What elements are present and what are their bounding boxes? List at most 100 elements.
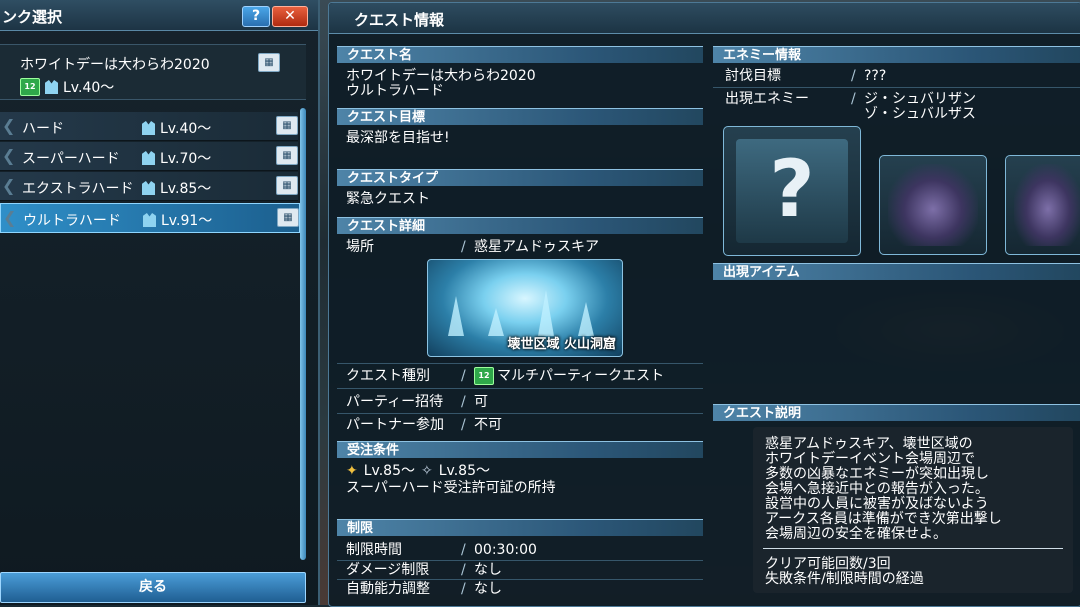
location-value: 惑星アムドゥスキア <box>474 239 600 255</box>
rank-level: Lv.91～ <box>161 213 213 229</box>
rank-level: Lv.40～ <box>160 121 212 137</box>
slash-separator: / <box>461 581 466 597</box>
selected-quest-header: ホワイトデーは大わらわ2020 ▦ 12 Lv.40～ <box>0 44 306 100</box>
target-label: 討伐目標 <box>725 68 781 84</box>
slash-separator: / <box>461 417 466 433</box>
rank-row-super-hard[interactable]: ❮ スーパーハード Lv.70～ ▦ <box>0 142 298 171</box>
enemy-info-heading: エネミー情報 <box>713 46 1080 63</box>
level-icon <box>143 213 156 227</box>
quest-goal-heading: クエスト目標 <box>337 108 703 125</box>
party-invite-value: 可 <box>474 394 488 410</box>
description-line: 惑星アムドゥスキア、壊世区域の <box>765 436 973 452</box>
area-image: 壊世区域 火山洞窟 <box>427 259 623 357</box>
time-limit-label: 制限時間 <box>346 542 402 558</box>
rank-name: スーパーハード <box>22 151 120 167</box>
time-limit-value: 00:30:00 <box>474 542 537 558</box>
level-icon <box>142 151 155 165</box>
help-button[interactable]: ? <box>242 6 270 27</box>
quest-info-title: クエスト情報 <box>354 11 445 29</box>
level-icon <box>142 121 155 135</box>
auto-adjust-label: 自動能力調整 <box>346 581 430 597</box>
enemy-card-2[interactable] <box>1005 155 1080 255</box>
chevron-icon: ❮ <box>2 116 16 135</box>
main-class-level: Lv.85～ <box>363 463 415 479</box>
back-button[interactable]: 戻る <box>0 572 306 603</box>
enemy-name-1: ジ・シュバリザン <box>864 91 976 107</box>
chevron-icon: ❮ <box>2 176 16 195</box>
enemies-label: 出現エネミー <box>725 91 809 107</box>
crystal-shape <box>488 308 504 336</box>
party-icon: ▦ <box>276 116 298 135</box>
party-icon: ▦ <box>277 208 299 227</box>
slash-separator: / <box>461 542 466 558</box>
quest-info-titlebar: クエスト情報 <box>329 3 1080 34</box>
divider <box>763 548 1063 549</box>
rank-name: ウルトラハード <box>23 213 121 229</box>
divider <box>713 87 1080 88</box>
crystal-shape <box>578 302 594 336</box>
description-line: 会場周辺の安全を確保せよ。 <box>765 526 947 542</box>
rank-select-title: ンク選択 <box>2 8 63 26</box>
party-invite-label: パーティー招待 <box>346 394 444 410</box>
multiparty-badge-icon: 12 <box>20 78 40 96</box>
quest-name-heading: クエスト名 <box>337 46 703 63</box>
rank-list-scrollbar[interactable] <box>300 108 306 560</box>
description-heading: クエスト説明 <box>713 404 1080 421</box>
slash-separator: / <box>461 368 466 384</box>
description-line: 多数の凶暴なエネミーが突如出現し <box>765 466 989 482</box>
rank-select-panel: ンク選択 ? ✕ ホワイトデーは大わらわ2020 ▦ 12 Lv.40～ ❮ ハ… <box>0 0 320 605</box>
crystal-shape <box>448 296 464 336</box>
question-mark-icon: ? <box>769 145 815 235</box>
auto-adjust-value: なし <box>474 581 502 597</box>
rank-row-hard[interactable]: ❮ ハード Lv.40～ ▦ <box>0 112 298 141</box>
enemy-name-2: ゾ・シュバルザス <box>864 106 976 122</box>
partner-value: 不可 <box>474 417 502 433</box>
multiparty-badge-icon: 12 <box>474 367 494 385</box>
rank-name: エクストラハード <box>22 181 134 197</box>
slash-separator: / <box>461 394 466 410</box>
sub-class-icon: ✧ <box>421 463 433 479</box>
slash-separator: / <box>851 91 856 107</box>
level-icon <box>142 181 155 195</box>
quest-name-line2: ウルトラハード <box>346 83 444 99</box>
quest-goal: 最深部を目指せ! <box>346 130 450 146</box>
quest-name-line1: ホワイトデーは大わらわ2020 <box>346 68 536 84</box>
rank-name: ハード <box>22 121 64 137</box>
chevron-icon: ❮ <box>3 208 17 227</box>
items-heading: 出現アイテム <box>713 263 1080 280</box>
divider <box>337 363 703 364</box>
selected-quest-level: Lv.40～ <box>63 80 115 96</box>
level-icon <box>45 80 58 94</box>
conditions-heading: 受注条件 <box>337 441 703 458</box>
limits-heading: 制限 <box>337 519 703 536</box>
quest-kind-label: クエスト種別 <box>346 368 430 384</box>
description-box: 惑星アムドゥスキア、壊世区域の ホワイトデーイベント会場周辺で 多数の凶暴なエネ… <box>753 427 1073 593</box>
divider <box>337 579 703 580</box>
rank-row-extra-hard[interactable]: ❮ エクストラハード Lv.85～ ▦ <box>0 172 298 201</box>
divider <box>337 560 703 561</box>
damage-limit-label: ダメージ制限 <box>346 562 430 578</box>
party-icon: ▦ <box>258 53 280 72</box>
rank-row-ultra-hard[interactable]: ❮ ウルトラハード Lv.91～ ▦ <box>0 203 300 233</box>
enemy-card-1[interactable] <box>879 155 987 255</box>
slash-separator: / <box>461 562 466 578</box>
description-line: 会場へ急接近中との報告が入った。 <box>765 481 989 497</box>
quest-info-panel: クエスト情報 クエスト名 ホワイトデーは大わらわ2020 ウルトラハード クエス… <box>328 2 1080 607</box>
close-button[interactable]: ✕ <box>272 6 308 27</box>
rank-level: Lv.85～ <box>160 181 212 197</box>
unknown-enemy-card[interactable]: ? <box>723 126 861 256</box>
slash-separator: / <box>851 68 856 84</box>
description-line: 設営中の人員に被害が及ばないよう <box>765 496 989 512</box>
divider <box>337 388 703 389</box>
location-label: 場所 <box>346 239 374 255</box>
quest-type-heading: クエストタイプ <box>337 169 703 186</box>
party-icon: ▦ <box>276 176 298 195</box>
description-line: アークス各員は準備ができ次第出撃し <box>765 511 1002 527</box>
quest-type: 緊急クエスト <box>346 191 430 207</box>
scrollbar-thumb[interactable] <box>300 108 306 560</box>
area-image-caption: 壊世区域 火山洞窟 <box>507 337 616 352</box>
divider <box>337 413 703 414</box>
enemy-portrait <box>1014 164 1080 246</box>
fail-condition: 失敗条件/制限時間の経過 <box>765 571 924 587</box>
quest-kind: マルチパーティークエスト <box>497 367 665 384</box>
